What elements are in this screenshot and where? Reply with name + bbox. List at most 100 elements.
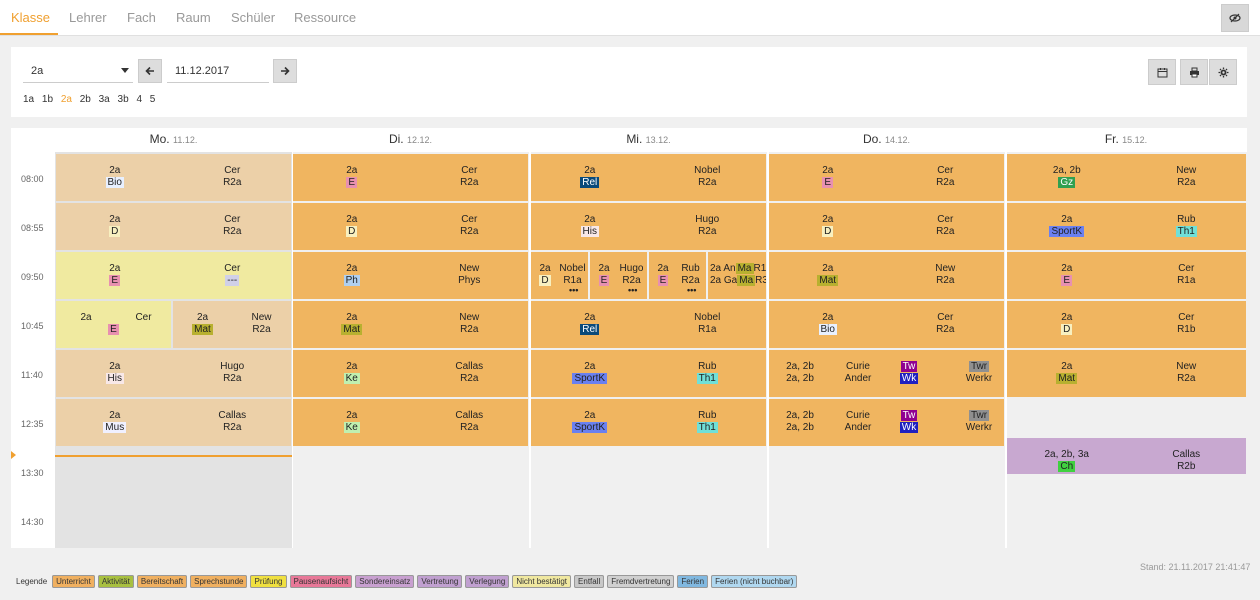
lesson-block[interactable]: 2a SportK Rub Th1 — [531, 350, 766, 397]
calendar-button[interactable] — [1148, 59, 1176, 85]
more-indicator[interactable]: ••• — [687, 285, 696, 295]
lesson-class: 2a — [1061, 263, 1073, 274]
lesson-class: 2a, 2b — [786, 373, 814, 384]
lesson-block[interactable]: 2a E Cer --- — [56, 252, 291, 299]
tab-schueler[interactable]: Schüler — [231, 10, 275, 25]
lesson-block[interactable]: 2a D Cer R2a — [293, 203, 528, 250]
lesson-room: Werkr — [965, 373, 993, 384]
class-link-1a[interactable]: 1a — [23, 94, 34, 105]
settings-button[interactable] — [1209, 59, 1237, 85]
class-link-4[interactable]: 4 — [136, 94, 142, 105]
tab-raum[interactable]: Raum — [176, 10, 211, 25]
lesson-block[interactable]: 2a E Cer R2a — [769, 154, 1004, 201]
lesson-block[interactable]: 2a, 2b 2a, 2b Curie Ander Tw Wk Twr Werkr — [769, 350, 1004, 397]
lesson-block[interactable]: 2a, 2b Gz New R2a — [1007, 154, 1246, 201]
lesson-block[interactable]: 2a E Cer — [56, 301, 171, 348]
lesson-block[interactable]: 2a Mat New R2a — [173, 301, 291, 348]
lesson-subject-value: Wk — [899, 422, 919, 433]
lesson-block[interactable]: 2a D Cer R1b — [1007, 301, 1246, 348]
prev-week-button[interactable] — [138, 59, 162, 83]
class-select[interactable]: 2a — [23, 59, 133, 83]
lesson-teacher: Hugo — [220, 361, 245, 372]
class-link-2b[interactable]: 2b — [80, 94, 91, 105]
lesson-block[interactable]: 2a SportK Rub Th1 — [1007, 203, 1246, 250]
lesson-block[interactable]: 2a Rel Nobel R1a — [531, 301, 766, 348]
lesson-class: 2a — [822, 214, 834, 225]
lesson-block[interactable]: 2a AnMaR1b2a GaMaR3 — [708, 252, 766, 299]
lesson-block[interactable]: 2a Bio Cer R2a — [769, 301, 1004, 348]
lesson-subject-value: Wk — [899, 373, 919, 384]
lesson-block[interactable]: 2a Mat New R2a — [769, 252, 1004, 299]
lesson-room: Twr — [959, 410, 999, 422]
lesson-block[interactable]: 2a D Cer R2a — [769, 203, 1004, 250]
lesson-block[interactable]: 2a D Cer R2a — [56, 203, 291, 250]
print-icon — [1189, 67, 1199, 77]
more-indicator[interactable]: ••• — [628, 285, 637, 295]
lesson-class: 2a — [822, 263, 834, 274]
lesson-teacher: Rub — [698, 361, 717, 372]
lesson-teacher: Callas — [218, 410, 247, 421]
lesson-subject: Mus — [56, 422, 174, 434]
lesson-class: 2a — [346, 312, 358, 323]
lesson-block[interactable]: 2a E Cer R1a — [1007, 252, 1246, 299]
lesson-subject-value: E — [657, 275, 669, 286]
lesson-block[interactable]: 2a Ke Callas R2a — [293, 350, 528, 397]
lesson-block[interactable]: 2a Mus Callas R2a — [56, 399, 291, 446]
tab-klasse[interactable]: Klasse — [11, 10, 50, 25]
lesson-block[interactable]: 2a Rel Nobel R2a — [531, 154, 766, 201]
lesson-block[interactable]: 2a Mat New R2a — [293, 301, 528, 348]
lesson-teacher: Nobel — [559, 263, 586, 274]
lesson-subject: E — [649, 275, 677, 287]
lesson-teacher: Hugo — [695, 214, 720, 225]
lesson-teacher: Cer — [135, 312, 152, 323]
lesson-room: Th1 — [649, 373, 767, 385]
lesson-block[interactable]: 2a Mat New R2a — [1007, 350, 1246, 397]
lesson-block[interactable]: 2a Bio Cer R2a — [56, 154, 291, 201]
lesson-block[interactable]: 2a Ph New Phys — [293, 252, 528, 299]
tab-fach[interactable]: Fach — [127, 10, 156, 25]
time-label: 10:45 — [21, 321, 44, 331]
lesson-room-value: Twr — [968, 361, 990, 372]
time-label: 13:30 — [21, 468, 44, 478]
print-button[interactable] — [1180, 59, 1208, 85]
lesson-teacher: Curie — [846, 410, 870, 421]
lesson-block[interactable]: 2a His Hugo R2a — [531, 203, 766, 250]
lesson-class: 2a — [346, 410, 358, 421]
class-link-5[interactable]: 5 — [150, 94, 156, 105]
lesson-teacher: New — [459, 312, 480, 323]
lesson-teacher: New — [459, 263, 480, 274]
lesson-subject-value: Bio — [818, 324, 837, 335]
date-input[interactable]: 11.12.2017 — [167, 59, 269, 83]
lesson-subject: Mat — [173, 324, 232, 336]
lesson-subject-value: Mat — [817, 275, 839, 286]
lesson-block[interactable]: 2a D Nobel R1a ••• — [531, 252, 588, 299]
lesson-block[interactable]: 2a E Cer R2a — [293, 154, 528, 201]
lesson-subject-value: D — [822, 226, 834, 237]
legend-badge: Pausenaufsicht — [289, 575, 353, 588]
class-link-3a[interactable]: 3a — [99, 94, 110, 105]
lesson-subject: Rel — [531, 324, 649, 336]
lesson-room: Phys — [458, 275, 481, 286]
lesson-teacher: Callas — [455, 410, 484, 421]
lesson-block[interactable]: 2a, 2b 2a, 2b Curie Ander Tw Wk Twr Werkr — [769, 399, 1004, 446]
lesson-room: R2a — [698, 177, 717, 188]
visibility-toggle-button[interactable] — [1221, 4, 1249, 32]
more-indicator[interactable]: ••• — [569, 285, 578, 295]
lesson-block[interactable]: 2a His Hugo R2a — [56, 350, 291, 397]
calendar-icon — [1157, 67, 1167, 77]
lesson-block[interactable]: 2a SportK Rub Th1 — [531, 399, 766, 446]
tab-ressource[interactable]: Ressource — [294, 10, 356, 25]
class-link-3b[interactable]: 3b — [118, 94, 129, 105]
tab-lehrer[interactable]: Lehrer — [69, 10, 107, 25]
lesson-subject-value: Ke — [343, 373, 360, 384]
lesson-block[interactable]: 2a Ke Callas R2a — [293, 399, 528, 446]
next-week-button[interactable] — [273, 59, 297, 83]
class-link-1b[interactable]: 1b — [42, 94, 53, 105]
legend-title: Legende — [16, 577, 48, 586]
lesson-class: 2a, 2b — [786, 410, 814, 421]
lesson-block[interactable]: 2a, 2b, 3a Ch Callas R2b — [1007, 438, 1246, 474]
class-link-2a[interactable]: 2a — [61, 94, 72, 105]
lesson-block[interactable]: 2a E Hugo R2a ••• — [590, 252, 647, 299]
lesson-block[interactable]: 2a E Rub R2a ••• — [649, 252, 706, 299]
lesson-class: 2a — [109, 410, 121, 421]
